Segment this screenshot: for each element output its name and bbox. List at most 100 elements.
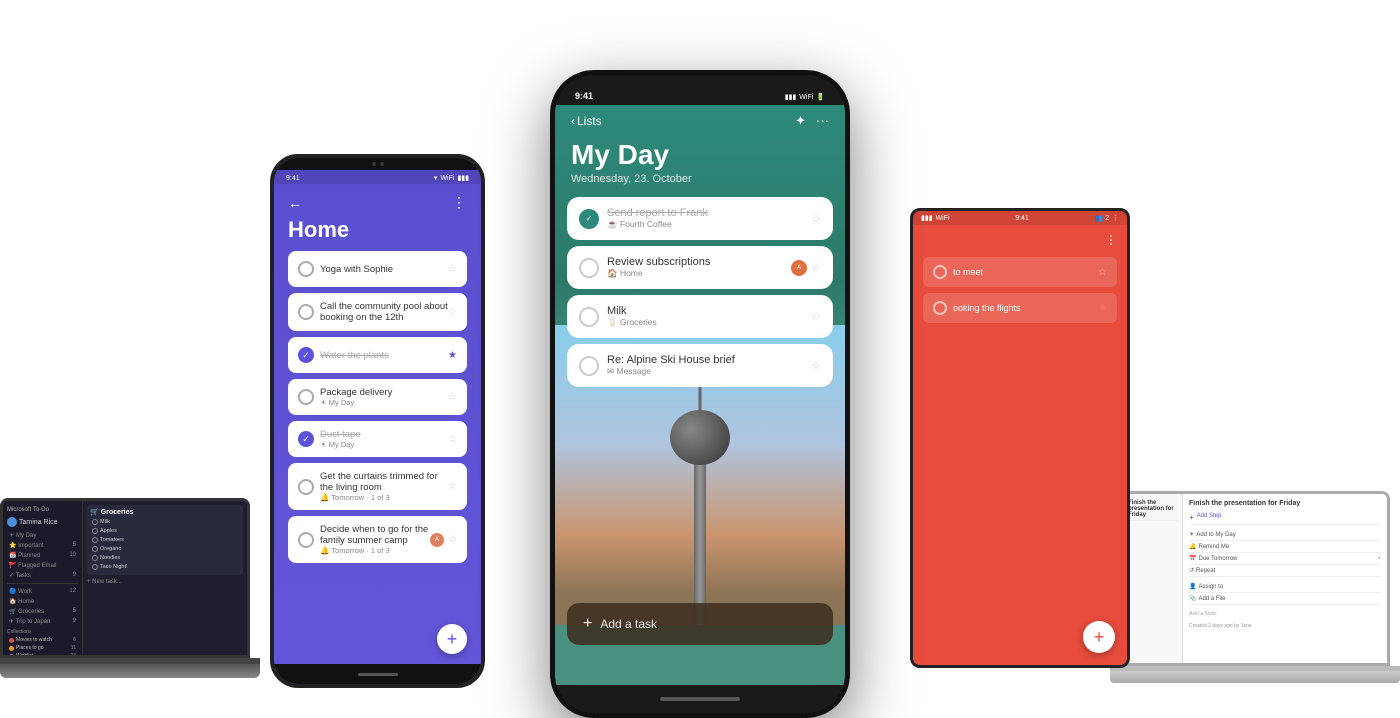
android-content: ← ⋮ Home Yoga with Sophie ☆ <box>274 184 481 664</box>
laptop-device: Microsoft To-Do Tamina Rice ☀ My Day ⭐ I… <box>0 498 260 678</box>
iphone-task-item[interactable]: Review subscriptions 🏠 Home A ☆ <box>567 246 833 289</box>
android-fab-button[interactable]: + <box>437 624 467 654</box>
camera-dot <box>372 162 376 166</box>
android-task-item[interactable]: ✓ Duct tape ☀ My Day ☆ <box>288 421 467 457</box>
laptop-screen: Microsoft To-Do Tamina Rice ☀ My Day ⭐ I… <box>0 498 250 658</box>
task-checkbox[interactable] <box>579 356 599 376</box>
android-task-item[interactable]: Yoga with Sophie ☆ <box>288 251 467 287</box>
task-checkbox[interactable] <box>933 301 947 315</box>
task-checkbox[interactable] <box>298 479 314 495</box>
sidebar-item-work[interactable]: 🔵 Work12 <box>7 587 78 596</box>
task-checkbox[interactable] <box>579 307 599 327</box>
mac-file-row[interactable]: 📎Add a File <box>1189 593 1381 605</box>
task-checkbox[interactable]: ✓ <box>298 347 314 363</box>
task-star[interactable]: ★ <box>448 350 457 361</box>
task-star[interactable]: ☆ <box>448 481 457 492</box>
brightness-icon[interactable]: ✦ <box>795 113 806 129</box>
task-star[interactable]: ☆ <box>448 534 457 545</box>
mac-myday-row[interactable]: ☀Add to My Day <box>1189 529 1381 541</box>
task-checkbox[interactable] <box>579 258 599 278</box>
task-star[interactable]: ☆ <box>448 434 457 445</box>
task-title: Yoga with Sophie <box>320 264 393 275</box>
tablet-content: ⋮ to meet ☆ <box>913 225 1127 665</box>
task-title: Decide when to go for the family summer … <box>320 524 430 546</box>
task-star[interactable]: ☆ <box>811 359 821 372</box>
task-checkbox[interactable] <box>933 265 947 279</box>
task-subtitle: ☀ My Day <box>320 398 392 407</box>
android-task-item[interactable]: Decide when to go for the family summer … <box>288 516 467 563</box>
task-avatar: A <box>430 533 444 547</box>
task-star[interactable]: ★ <box>1098 303 1107 314</box>
iphone-back-button[interactable]: ‹ Lists <box>571 114 602 128</box>
task-star[interactable]: ☆ <box>1098 267 1107 278</box>
sidebar-item-flagged[interactable]: 🚩 Flagged Email <box>7 561 78 570</box>
iphone-device: 9:41 ▮▮▮WiFi🔋 ‹ Lists ✦ ··· <box>550 70 850 718</box>
add-task-label: Add a task <box>600 617 657 631</box>
task-star[interactable]: ☆ <box>448 264 457 275</box>
app-logo: Microsoft To-Do <box>7 507 78 513</box>
sidebar-item-japan[interactable]: ✈ Trip to Japan9 <box>7 617 78 626</box>
android-tablet-device: ▮▮▮WiFi 9:41 👥 2 ⋮ ⋮ t <box>910 208 1130 668</box>
mac-repeat-row[interactable]: ↺Repeat <box>1189 565 1381 577</box>
tablet-fab-button[interactable]: + <box>1083 621 1115 653</box>
sidebar-item-planned[interactable]: 📅 Planned10 <box>7 551 78 560</box>
tablet-task-item[interactable]: to meet ☆ <box>923 257 1117 287</box>
mac-add-note[interactable]: Add a Note <box>1189 609 1381 619</box>
task-star[interactable]: ☆ <box>811 310 821 323</box>
task-star[interactable]: ☆ <box>811 212 821 225</box>
groceries-list: 🛒Groceries Milk Apples Tomatoes Oregano … <box>87 505 243 575</box>
mac-add-step[interactable]: + Add Step <box>1189 511 1381 525</box>
mac-assign-row[interactable]: 👤Assign to <box>1189 581 1381 593</box>
tablet-time: 9:41 <box>1015 215 1029 222</box>
user-info: Tamina Rice <box>7 517 78 527</box>
mac-footer: Created 2 days ago by Jane <box>1189 623 1381 629</box>
avatar <box>7 517 17 527</box>
tablet-more-icon[interactable]: ⋮ <box>1105 233 1117 247</box>
android-task-item[interactable]: Package delivery ☀ My Day ☆ <box>288 379 467 415</box>
new-task-label[interactable]: + New task... <box>87 579 243 585</box>
task-star[interactable]: ☆ <box>448 392 457 403</box>
android-back-button[interactable]: ← <box>288 195 302 211</box>
sidebar-item-tasks[interactable]: ✓ Tasks9 <box>7 571 78 580</box>
iphone-task-item[interactable]: Re: Alpine Ski House brief ✉ Message ☆ <box>567 344 833 387</box>
android-task-item[interactable]: Get the curtains trimmed for the living … <box>288 463 467 510</box>
mac-remind-row[interactable]: 🔔Remind Me <box>1189 541 1381 553</box>
desktop-main: 🛒Groceries Milk Apples Tomatoes Oregano … <box>83 501 247 655</box>
sidebar-item-groceries[interactable]: 🛒 Groceries5 <box>7 607 78 616</box>
task-subtitle: ☀ My Day <box>320 440 361 449</box>
collection-movies[interactable]: Movies to watch6 <box>7 636 78 644</box>
android-task-item[interactable]: Call the community pool about booking on… <box>288 293 467 331</box>
groceries-title: Groceries <box>101 509 134 516</box>
iphone-task-item[interactable]: Milk 🥛 Groceries ☆ <box>567 295 833 338</box>
task-subtitle: 🔔 Tomorrow · 1 of 3 <box>320 546 430 555</box>
sidebar-item-home[interactable]: 🏠 Home <box>7 597 78 606</box>
iphone-main-title: My Day <box>571 139 829 171</box>
task-title: Milk <box>607 305 657 317</box>
task-checkbox[interactable]: ✓ <box>579 209 599 229</box>
task-checkbox[interactable] <box>298 304 314 320</box>
collection-wishlist[interactable]: Wishlist23 <box>7 652 78 658</box>
android-task-item[interactable]: ✓ Water the plants ★ <box>288 337 467 373</box>
macbook-device: Finish the presentation for Friday Finis… <box>1110 491 1400 683</box>
task-star[interactable]: ☆ <box>448 307 457 318</box>
collection-places[interactable]: Places to go11 <box>7 644 78 652</box>
macbook-base <box>1110 671 1400 683</box>
task-checkbox[interactable] <box>298 389 314 405</box>
task-star[interactable]: ☆ <box>811 261 821 274</box>
tablet-header: ⋮ <box>923 233 1117 247</box>
task-title: Package delivery <box>320 387 392 398</box>
sidebar-item-myday[interactable]: ☀ My Day <box>7 531 78 540</box>
mac-due-row[interactable]: 📅Due Tomorrow× <box>1189 553 1381 565</box>
iphone-header: ‹ Lists ✦ ··· <box>555 105 845 135</box>
tablet-task-item[interactable]: ooking the flights ★ <box>923 293 1117 323</box>
task-checkbox[interactable] <box>298 532 314 548</box>
iphone-task-item[interactable]: ✓ Send report to Frank ☕ Fourth Coffee ☆ <box>567 197 833 240</box>
task-checkbox[interactable] <box>298 261 314 277</box>
task-checkbox[interactable]: ✓ <box>298 431 314 447</box>
sidebar-item-important[interactable]: ⭐ Important5 <box>7 541 78 550</box>
more-icon[interactable]: ··· <box>816 113 829 129</box>
android-more-button[interactable]: ⋮ <box>452 194 467 211</box>
scene: Microsoft To-Do Tamina Rice ☀ My Day ⭐ I… <box>0 0 1400 718</box>
iphone-add-task-bar[interactable]: + Add a task <box>567 603 833 645</box>
android-header: ← ⋮ <box>288 194 467 211</box>
